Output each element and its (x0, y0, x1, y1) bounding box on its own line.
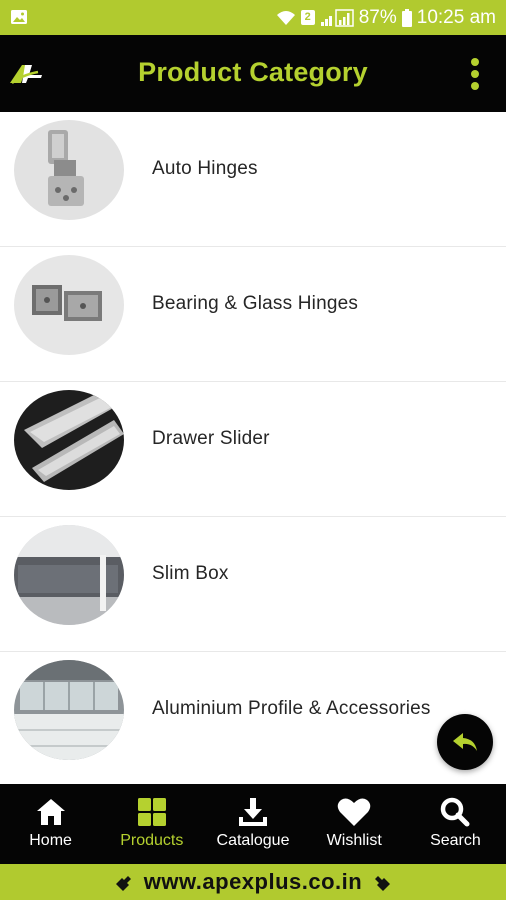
category-label: Drawer Slider (152, 428, 270, 449)
nav-label: Products (120, 832, 184, 849)
sim-badge: 2 (300, 10, 315, 25)
category-item-bearing-glass-hinges[interactable]: Bearing & Glass Hinges (0, 247, 506, 382)
category-item-drawer-slider[interactable]: Drawer Slider (0, 382, 506, 517)
app-bar: Product Category (0, 35, 506, 112)
category-label: Aluminium Profile & Accessories (152, 698, 431, 719)
home-icon (34, 796, 68, 828)
pointing-hand-icon (375, 876, 391, 891)
nav-products[interactable]: Products (101, 784, 202, 864)
nav-label: Catalogue (216, 832, 290, 849)
nav-catalogue[interactable]: Catalogue (202, 784, 303, 864)
category-item-slim-box[interactable]: Slim Box (0, 517, 506, 652)
signal-icon (320, 8, 354, 27)
nav-label: Search (430, 832, 481, 849)
category-image (14, 390, 124, 490)
battery-percent: 87% (358, 6, 397, 28)
category-label: Auto Hinges (152, 158, 258, 179)
clock: 10:25 am (416, 6, 496, 28)
website-banner[interactable]: www.apexplus.co.in (0, 864, 506, 900)
download-icon (236, 796, 270, 828)
search-icon (438, 796, 472, 828)
page-title: Product Category (138, 57, 368, 87)
nav-label: Wishlist (326, 832, 382, 849)
nav-search[interactable]: Search (405, 784, 506, 864)
category-label: Bearing & Glass Hinges (152, 293, 359, 314)
battery-icon (401, 8, 412, 27)
nav-wishlist[interactable]: Wishlist (304, 784, 405, 864)
grid-icon (135, 796, 169, 828)
category-item-auto-hinges[interactable]: Auto Hinges (0, 112, 506, 247)
bottom-nav: Home Products Catalogue Wishlist Search (0, 784, 506, 864)
nav-label: Home (29, 832, 72, 849)
status-bar: 2 87% 10:25 am (0, 0, 506, 35)
back-fab-button[interactable] (437, 714, 493, 770)
category-image (14, 255, 124, 355)
category-image (14, 660, 124, 760)
category-image (14, 525, 124, 625)
pointing-hand-icon (115, 876, 131, 891)
website-url: www.apexplus.co.in (143, 869, 363, 894)
reply-icon (453, 733, 477, 751)
category-image (14, 120, 124, 220)
category-label: Slim Box (152, 563, 229, 584)
category-list: Auto Hinges Bearing & Glass Hinges Drawe (0, 112, 506, 784)
heart-icon (337, 796, 371, 828)
nav-home[interactable]: Home (0, 784, 101, 864)
wifi-icon (276, 10, 296, 26)
more-vertical-icon[interactable] (466, 57, 484, 91)
category-item-aluminium-profile[interactable]: Aluminium Profile & Accessories (0, 652, 506, 784)
image-icon (11, 10, 27, 24)
